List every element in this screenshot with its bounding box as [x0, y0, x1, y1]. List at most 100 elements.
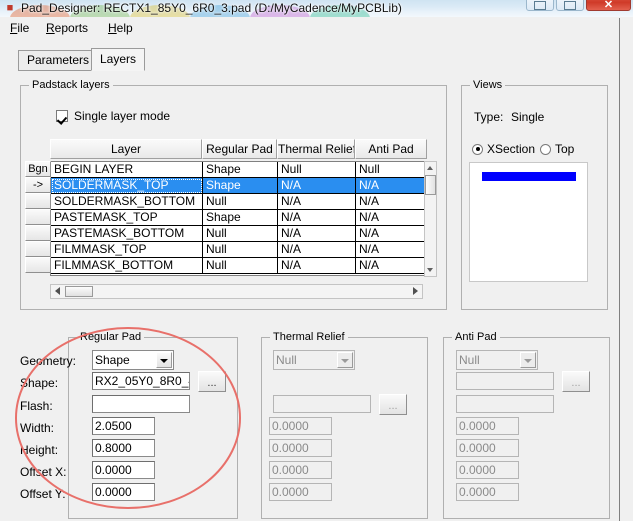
table-row[interactable]: SOLDERMASK_TOP Shape N/A N/A — [51, 178, 435, 194]
table-row[interactable]: PASTEMASK_TOP Shape N/A N/A — [51, 210, 435, 226]
menu-reports-rest: eports — [54, 21, 89, 35]
width-input[interactable]: 2.0500 — [92, 417, 155, 435]
table-cell-regular[interactable]: Null — [203, 242, 278, 258]
height-input[interactable]: 0.8000 — [92, 439, 155, 457]
table-cell-thermal[interactable]: N/A — [278, 242, 356, 258]
offset-y-input[interactable]: 0.0000 — [92, 483, 155, 501]
table-cell-layer[interactable]: FILMMASK_BOTTOM — [51, 258, 203, 274]
anti-geometry-value: Null — [459, 353, 480, 367]
chevron-down-icon[interactable] — [520, 352, 536, 368]
flash-input[interactable] — [92, 395, 190, 413]
anti-shape-input[interactable] — [456, 372, 554, 390]
table-row[interactable]: FILMMASK_TOP Null N/A N/A — [51, 242, 435, 258]
table-cell-layer[interactable]: PASTEMASK_TOP — [51, 210, 203, 226]
column-header-layer[interactable]: Layer — [50, 139, 202, 159]
table-cell-regular[interactable]: Shape — [203, 178, 278, 194]
minimize-button[interactable] — [526, 0, 554, 11]
layer-row-button-3[interactable] — [25, 209, 51, 225]
menu-file[interactable]: File — [6, 20, 33, 36]
single-layer-mode-row[interactable]: Single layer mode — [56, 109, 170, 123]
table-row[interactable]: FILMMASK_BOTTOM Null N/A N/A — [51, 258, 435, 274]
scroll-up-arrow-icon[interactable] — [425, 162, 436, 174]
layers-horizontal-scrollbar[interactable] — [50, 284, 423, 299]
chevron-down-icon[interactable] — [156, 352, 172, 368]
shape-input[interactable]: RX2_05Y0_8R0_4 — [92, 372, 190, 390]
radio-xsection[interactable]: XSection — [472, 142, 535, 156]
thermal-shape-input[interactable] — [273, 395, 371, 413]
anti-offset-x-input[interactable]: 0.0000 — [456, 461, 519, 479]
table-cell-regular[interactable]: Shape — [203, 210, 278, 226]
chevron-down-icon[interactable] — [337, 352, 353, 368]
layers-grid[interactable]: BEGIN LAYER Shape Null Null SOLDERMASK_TOP Sh… — [50, 161, 436, 276]
app-icon: ■ — [6, 2, 14, 14]
radio-top-dot[interactable] — [540, 143, 551, 155]
thermal-height-input[interactable]: 0.0000 — [269, 439, 332, 457]
table-cell-layer[interactable]: BEGIN LAYER — [51, 162, 203, 178]
geometry-combo[interactable]: Shape — [92, 350, 174, 370]
layers-vertical-scrollbar[interactable] — [424, 161, 437, 277]
thermal-geometry-combo[interactable]: Null — [273, 350, 355, 370]
layer-row-button-6[interactable] — [25, 257, 51, 273]
anti-offset-y-input[interactable]: 0.0000 — [456, 483, 519, 501]
anti-browse-button[interactable]: ... — [562, 371, 590, 392]
single-layer-mode-checkbox[interactable] — [56, 110, 68, 122]
table-cell-thermal[interactable]: Null — [278, 162, 356, 178]
thermal-browse-button[interactable]: ... — [379, 394, 407, 415]
anti-geometry-combo[interactable]: Null — [456, 350, 538, 370]
tab-layers[interactable]: Layers — [91, 48, 146, 71]
window-right-border — [619, 18, 620, 521]
table-cell-thermal[interactable]: N/A — [278, 194, 356, 210]
column-header-thermal-relief[interactable]: Thermal Relief — [277, 139, 355, 159]
thermal-geometry-value: Null — [276, 353, 297, 367]
table-cell-regular[interactable]: Null — [203, 258, 278, 274]
table-cell-layer[interactable]: PASTEMASK_BOTTOM — [51, 226, 203, 242]
table-cell-layer[interactable]: SOLDERMASK_TOP — [51, 178, 203, 194]
anti-flash-input[interactable] — [456, 395, 554, 413]
scroll-left-arrow-icon[interactable] — [52, 286, 64, 297]
layer-row-button-4[interactable] — [25, 225, 51, 241]
thermal-offset-x-input[interactable]: 0.0000 — [269, 461, 332, 479]
table-row[interactable]: PASTEMASK_BOTTOM Null N/A N/A — [51, 226, 435, 242]
table-cell-layer[interactable]: SOLDERMASK_BOTTOM — [51, 194, 203, 210]
scroll-down-arrow-icon[interactable] — [425, 264, 436, 276]
column-header-regular-pad[interactable]: Regular Pad — [202, 139, 277, 159]
table-cell-thermal[interactable]: N/A — [278, 226, 356, 242]
table-cell-layer[interactable]: FILMMASK_TOP — [51, 242, 203, 258]
table-row[interactable]: SOLDERMASK_BOTTOM Null N/A N/A — [51, 194, 435, 210]
thermal-offset-y-input[interactable]: 0.0000 — [269, 483, 332, 501]
table-cell-thermal[interactable]: N/A — [278, 178, 356, 194]
table-cell-thermal[interactable]: N/A — [278, 210, 356, 226]
label-offset-x: Offset X: — [20, 465, 67, 479]
table-row[interactable]: BEGIN LAYER Shape Null Null — [51, 162, 435, 178]
vertical-scroll-thumb[interactable] — [425, 175, 436, 195]
label-flash: Flash: — [20, 399, 53, 413]
thermal-width-input[interactable]: 0.0000 — [269, 417, 332, 435]
radio-xsection-label: XSection — [487, 142, 536, 156]
column-header-anti-pad[interactable]: Anti Pad — [355, 139, 427, 159]
table-cell-thermal[interactable]: N/A — [278, 258, 356, 274]
layer-row-button-2[interactable] — [25, 193, 51, 209]
table-cell-regular[interactable]: Null — [203, 194, 278, 210]
horizontal-scroll-thumb[interactable] — [65, 286, 93, 297]
radio-top[interactable]: Top — [540, 142, 574, 156]
table-cell-regular[interactable]: Null — [203, 226, 278, 242]
close-button[interactable]: ✕ — [586, 0, 631, 11]
tab-parameters[interactable]: Parameters — [18, 50, 99, 71]
maximize-button[interactable] — [556, 0, 584, 11]
pad-designer-window: ■ Pad_Designer: RECTX1_85Y0_6R0_3.pad (D… — [0, 0, 633, 521]
layer-row-button-5[interactable] — [25, 241, 51, 257]
table-cell-regular[interactable]: Shape — [203, 162, 278, 178]
radio-xsection-dot[interactable] — [472, 143, 483, 155]
label-geometry: Geometry: — [20, 354, 77, 368]
layer-row-button-0[interactable]: Bgn — [25, 161, 51, 177]
menu-reports[interactable]: Reports — [42, 20, 92, 36]
layer-row-button-1[interactable]: -> — [25, 177, 51, 193]
menu-help[interactable]: Help — [104, 20, 137, 36]
scroll-right-arrow-icon[interactable] — [409, 286, 421, 297]
layers-table-header: Layer Regular Pad Thermal Relief Anti Pa… — [50, 139, 436, 160]
window-controls: ✕ — [526, 0, 631, 11]
anti-height-input[interactable]: 0.0000 — [456, 439, 519, 457]
offset-x-input[interactable]: 0.0000 — [92, 461, 155, 479]
anti-width-input[interactable]: 0.0000 — [456, 417, 519, 435]
shape-browse-button[interactable]: ... — [198, 371, 226, 392]
